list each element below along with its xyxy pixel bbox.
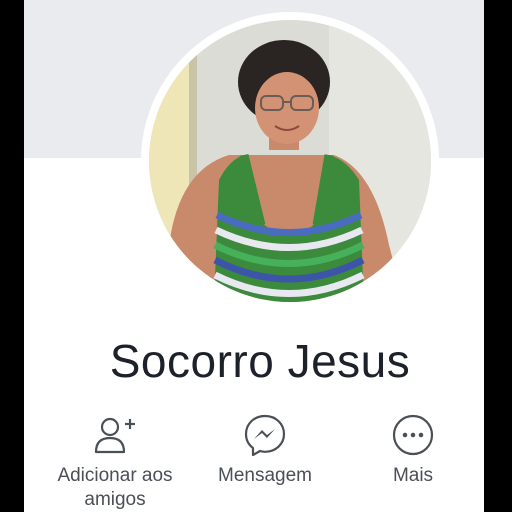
profile-picture-frame[interactable]	[141, 12, 439, 310]
message-label: Mensagem	[218, 465, 312, 486]
profile-screen: Socorro Jesus Adicionar aos amigos Mensa…	[24, 0, 484, 512]
add-friend-label: Adicionar aos amigos	[57, 465, 173, 510]
profile-name: Socorro Jesus	[109, 335, 411, 387]
add-friend-button[interactable]: Adicionar aos amigos	[40, 412, 190, 512]
screen-edge-right	[484, 0, 512, 512]
add-friend-icon	[92, 412, 138, 458]
more-icon	[390, 412, 436, 458]
more-button[interactable]: Mais	[338, 412, 484, 488]
screen-edge-left	[0, 0, 24, 512]
profile-picture[interactable]	[149, 20, 431, 302]
more-label: Mais	[392, 465, 434, 486]
profile-photo-image	[149, 20, 431, 302]
message-button[interactable]: Mensagem	[190, 412, 340, 488]
messenger-icon	[242, 412, 288, 458]
